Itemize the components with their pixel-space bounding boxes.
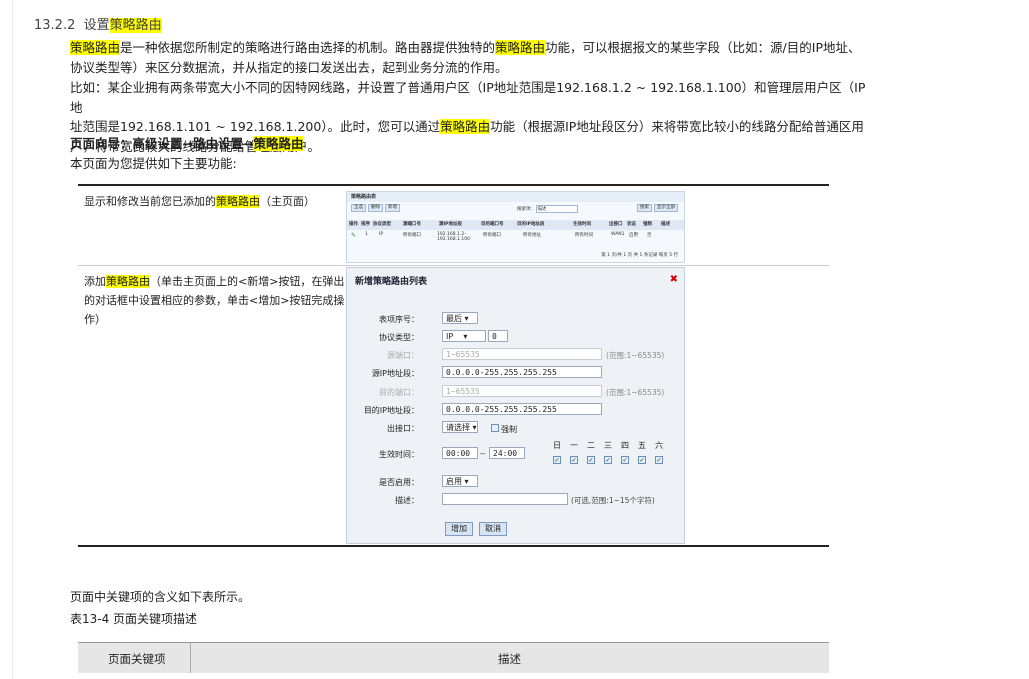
dst-port-label: 目的端口：	[379, 388, 419, 397]
day-thu-checkbox[interactable]: ✓	[621, 456, 629, 464]
add-route-dialog-screenshot: 新增策略路由列表 ✖ 表项序号： 最后 ▾ 协议类型： IP ▾ 0 源端口： …	[346, 267, 685, 544]
day-sat-label: 六	[655, 441, 663, 450]
protocol-select[interactable]: IP ▾	[442, 330, 486, 342]
force-checkbox[interactable]	[491, 424, 499, 432]
route-table-title: 策略路由表	[347, 192, 684, 202]
edit-icon[interactable]: ✎	[351, 232, 356, 239]
dst-port-input[interactable]: 1~65535	[442, 385, 602, 397]
search-select[interactable]: 描述	[536, 205, 579, 213]
day-fri-checkbox[interactable]: ✓	[638, 456, 646, 464]
day-wed-label: 三	[604, 441, 612, 450]
row-divider	[78, 265, 829, 266]
nav-guide: 页面向导：高级设置→路由设置→策略路由	[70, 136, 304, 151]
cancel-button[interactable]: 取消	[479, 522, 507, 536]
out-interface-label: 出接口：	[387, 424, 419, 433]
table-row: ✎ 1 IP 所有端口 192.168.1.2-192.168.1.100 所有…	[351, 232, 652, 242]
description-hint: (可选,范围:1~15个字符)	[571, 496, 655, 505]
description-input[interactable]	[442, 493, 568, 505]
column-separator	[190, 643, 191, 673]
day-sun-label: 日	[553, 441, 561, 450]
description-label: 描述：	[395, 496, 419, 505]
pager: 第 1 页/共 1 页 共 1 条记录 每页 5 行	[601, 253, 678, 258]
feature-row-1-text: 显示和修改当前您已添加的策略路由（主页面）	[84, 195, 315, 208]
select-all-button[interactable]: 全选	[351, 204, 366, 212]
seq-select[interactable]: 最后 ▾	[442, 312, 478, 324]
route-table-screenshot: 策略路由表 全选 删除 新增 搜索项： 描述 搜索 显示全部 操作 排序 协议类型 源…	[346, 191, 685, 263]
day-fri-label: 五	[638, 441, 646, 450]
day-thu-label: 四	[621, 441, 629, 450]
time-start-input[interactable]: 00:00	[442, 447, 478, 459]
col-description: 描述	[498, 652, 521, 666]
page-left-border	[12, 0, 13, 679]
src-port-input[interactable]: 1~65535	[442, 348, 602, 360]
route-table-header: 操作 排序 协议类型 源端口号 源IP地址段 目的端口号 目的IP地址段 生效时…	[347, 220, 684, 230]
search-button[interactable]: 搜索	[637, 204, 652, 212]
src-port-label: 源端口：	[387, 351, 419, 360]
delete-button[interactable]: 删除	[368, 204, 383, 212]
day-wed-checkbox[interactable]: ✓	[604, 456, 612, 464]
time-separator: --	[480, 449, 486, 458]
time-end-input[interactable]: 24:00	[489, 447, 525, 459]
seq-label: 表项序号：	[379, 315, 419, 324]
dst-ip-input[interactable]: 0.0.0.0-255.255.255.255	[442, 403, 602, 415]
enable-label: 是否启用：	[379, 478, 419, 487]
protocol-number-input[interactable]: 0	[488, 330, 508, 342]
dst-port-hint: (范围:1~65535)	[606, 388, 665, 397]
intro-paragraph: 策略路由是一种依据您所制定的策略进行路由选择的机制。路由器提供独特的策略路由功能…	[70, 40, 861, 75]
col-key-item: 页面关键项	[108, 652, 166, 666]
day-tue-label: 二	[587, 441, 595, 450]
table-top-rule	[78, 184, 829, 186]
src-ip-label: 源IP地址段：	[371, 369, 419, 378]
table-caption: 表13-4 页面关键项描述	[70, 612, 198, 626]
day-mon-checkbox[interactable]: ✓	[570, 456, 578, 464]
src-ip-input[interactable]: 0.0.0.0-255.255.255.255	[442, 366, 602, 378]
close-icon[interactable]: ✖	[670, 274, 678, 285]
section-title: 13.2.2 设置策略路由	[34, 18, 162, 33]
key-items-table-header: 页面关键项 描述	[78, 642, 829, 673]
day-mon-label: 一	[570, 441, 578, 450]
enable-select[interactable]: 启用 ▾	[442, 475, 478, 487]
effective-time-label: 生效时间：	[379, 450, 419, 459]
add-button[interactable]: 增加	[445, 522, 473, 536]
feature-row-2-text: 添加策略路由（单击主页面上的<新增>按钮，在弹出 的对话框中设置相应的参数，单击…	[84, 275, 345, 326]
day-sat-checkbox[interactable]: ✓	[655, 456, 663, 464]
out-interface-select[interactable]: 请选择 ▾	[442, 421, 478, 433]
day-sun-checkbox[interactable]: ✓	[553, 456, 561, 464]
protocol-label: 协议类型：	[379, 333, 419, 342]
force-label: 强制	[501, 425, 517, 434]
dst-ip-label: 目的IP地址段：	[363, 406, 419, 415]
show-all-button[interactable]: 显示全部	[654, 204, 678, 212]
src-port-hint: (范围:1~65535)	[606, 351, 665, 360]
dialog-title: 新增策略路由列表	[355, 277, 428, 287]
new-button[interactable]: 新增	[385, 204, 400, 212]
table-bottom-rule	[78, 545, 829, 547]
search-label: 搜索项：	[517, 207, 535, 212]
key-items-intro: 页面中关键项的含义如下表所示。	[70, 590, 251, 604]
day-tue-checkbox[interactable]: ✓	[587, 456, 595, 464]
features-intro: 本页面为您提供如下主要功能:	[70, 156, 237, 171]
